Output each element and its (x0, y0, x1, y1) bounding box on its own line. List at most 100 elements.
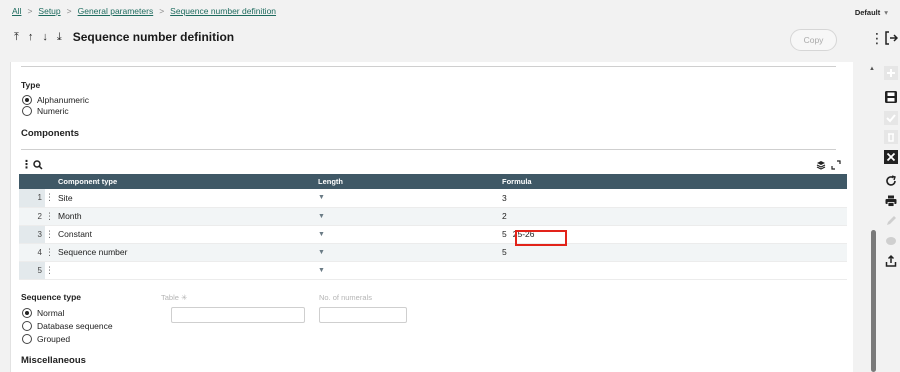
radio-label: Normal (37, 307, 65, 318)
breadcrumb-separator: > (27, 6, 33, 16)
column-header-component-type[interactable]: Component type (54, 174, 314, 189)
radio-numeric[interactable]: Numeric (22, 105, 89, 116)
cell-formula[interactable]: 2 (498, 207, 847, 226)
comment-icon[interactable] (884, 234, 898, 248)
more-options-icon[interactable]: ⋮ (870, 30, 884, 47)
table-label-text: Table (161, 293, 179, 302)
first-record-icon[interactable]: ⤒ (14, 31, 19, 43)
folder-selector[interactable]: Default ▾ (855, 8, 888, 17)
check-icon[interactable] (884, 111, 898, 125)
grid-header-row: Component type Length Formula (19, 174, 847, 189)
divider (21, 149, 836, 150)
radio-label: Grouped (37, 333, 71, 344)
grid-toolbar: ⋮ (19, 158, 847, 172)
divider (21, 66, 836, 67)
cell-formula-length: 5 (502, 229, 507, 239)
row-number: 3 (19, 225, 45, 244)
radio-alphanumeric[interactable]: Alphanumeric (22, 94, 89, 105)
copy-button[interactable]: Copy (790, 29, 837, 51)
breadcrumb-separator: > (159, 6, 165, 16)
length-dropdown-icon[interactable]: ▼ (314, 189, 498, 208)
components-grid: Component type Length Formula 1 ⋮ Site ▼… (19, 174, 847, 280)
miscellaneous-title: Miscellaneous (21, 355, 86, 366)
required-icon: ✳ (181, 293, 188, 302)
numerals-field-label: No. of numerals (319, 293, 372, 302)
radio-button-selected[interactable] (22, 307, 32, 318)
page-title: Sequence number definition (72, 30, 235, 44)
row-handle-icon[interactable]: ⋮ (45, 207, 54, 226)
exit-icon[interactable] (884, 30, 898, 46)
breadcrumb-all[interactable]: All (12, 6, 21, 16)
table-row[interactable]: 4 ⋮ Sequence number ▼ 5 (19, 243, 847, 262)
numerals-field[interactable] (319, 307, 407, 323)
radio-button[interactable] (22, 333, 32, 344)
layers-icon[interactable] (816, 160, 826, 170)
grid-header-handle (45, 174, 54, 189)
last-record-icon[interactable]: ⤓ (57, 31, 62, 43)
components-title: Components (21, 128, 80, 139)
length-dropdown-icon[interactable]: ▼ (314, 243, 498, 262)
delete-icon[interactable] (884, 130, 898, 144)
row-number: 1 (19, 189, 45, 208)
table-field[interactable] (171, 307, 305, 323)
table-row[interactable]: 5 ⋮ ▼ (19, 261, 847, 280)
scrollbar-thumb[interactable] (871, 230, 876, 372)
export-icon[interactable] (884, 254, 898, 268)
column-header-length[interactable]: Length (314, 174, 498, 189)
radio-button[interactable] (22, 320, 32, 331)
breadcrumb-general-parameters[interactable]: General parameters (78, 6, 154, 16)
save-icon[interactable] (884, 90, 898, 104)
row-handle-icon[interactable]: ⋮ (45, 189, 54, 208)
add-icon[interactable] (884, 66, 898, 80)
radio-label: Database sequence (37, 320, 113, 331)
radio-button-selected[interactable] (22, 94, 32, 105)
row-handle-icon[interactable]: ⋮ (45, 225, 54, 244)
previous-record-icon[interactable]: ↑ (28, 31, 34, 43)
radio-database-sequence[interactable]: Database sequence (22, 320, 113, 331)
cell-component-type[interactable]: Sequence number (54, 243, 314, 262)
length-dropdown-icon[interactable]: ▼ (314, 261, 498, 280)
folder-label: Default (854, 8, 881, 17)
search-icon[interactable] (33, 160, 43, 170)
cell-formula[interactable] (498, 261, 847, 280)
breadcrumb-sequence-number-definition[interactable]: Sequence number definition (170, 6, 276, 16)
radio-normal[interactable]: Normal (22, 307, 113, 318)
sequence-type-label: Sequence type (21, 292, 81, 302)
radio-label: Alphanumeric (37, 94, 89, 105)
top-bar: All > Setup > General parameters > Sequence nu… (0, 0, 900, 62)
breadcrumb-setup[interactable]: Setup (38, 6, 60, 16)
cell-component-type[interactable] (54, 261, 314, 280)
radio-button[interactable] (22, 105, 32, 116)
length-dropdown-icon[interactable]: ▼ (314, 225, 498, 244)
row-handle-icon[interactable]: ⋮ (45, 243, 54, 262)
row-number: 5 (19, 261, 45, 280)
length-dropdown-icon[interactable]: ▼ (314, 207, 498, 226)
row-number: 4 (19, 243, 45, 262)
grid-menu-icon[interactable]: ⋮ (21, 158, 32, 171)
edit-icon[interactable] (884, 214, 898, 228)
row-handle-icon[interactable]: ⋮ (45, 261, 54, 280)
breadcrumb: All > Setup > General parameters > Sequence nu… (12, 6, 276, 16)
table-row[interactable]: 1 ⋮ Site ▼ 3 (19, 189, 847, 208)
scroll-up-icon[interactable]: ▲ (869, 66, 875, 72)
refresh-icon[interactable] (884, 174, 898, 188)
cell-component-type[interactable]: Constant (54, 225, 314, 244)
cell-component-type[interactable]: Month (54, 207, 314, 226)
close-icon[interactable] (884, 150, 898, 164)
cell-formula[interactable]: 3 (498, 189, 847, 208)
highlight-box (515, 230, 567, 246)
grid-header-corner (19, 174, 45, 189)
table-row[interactable]: 2 ⋮ Month ▼ 2 (19, 207, 847, 226)
row-number: 2 (19, 207, 45, 226)
column-header-formula[interactable]: Formula (498, 174, 847, 189)
radio-grouped[interactable]: Grouped (22, 333, 113, 344)
breadcrumb-separator: > (66, 6, 72, 16)
table-row[interactable]: 3 ⋮ Constant ▼ 5 25-26 (19, 225, 847, 244)
type-label: Type (21, 80, 41, 90)
next-record-icon[interactable]: ↓ (42, 31, 48, 43)
print-icon[interactable] (884, 194, 898, 208)
cell-component-type[interactable]: Site (54, 189, 314, 208)
radio-label: Numeric (37, 105, 69, 116)
table-field-label: Table ✳ (161, 293, 187, 302)
expand-icon[interactable] (831, 160, 841, 170)
